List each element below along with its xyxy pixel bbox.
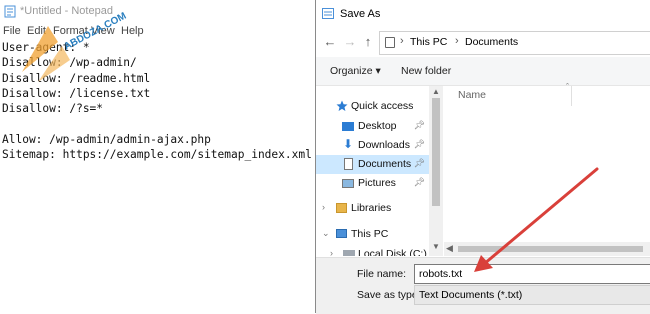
libraries-icon	[336, 203, 347, 213]
pin-icon: 📌︎	[413, 158, 425, 168]
watermark-logo: ABDOZA.COM	[22, 12, 128, 82]
file-name-label: File name:	[357, 268, 407, 280]
navpane-scrollbar[interactable]: ▲ ▼	[429, 86, 443, 256]
breadcrumb-chevron-icon: ›	[455, 35, 459, 47]
expand-chevron-icon: ⌄	[322, 228, 330, 238]
nav-documents[interactable]: Documents 📌︎	[316, 155, 429, 174]
organize-button[interactable]: Organize ▾	[330, 65, 381, 77]
this-pc-icon	[336, 229, 347, 238]
nav-desktop[interactable]: Desktop 📌︎	[316, 117, 429, 136]
nav-downloads-label: Downloads	[358, 139, 410, 151]
nav-downloads[interactable]: ⬇ Downloads 📌︎	[316, 136, 429, 155]
dialog-toolbar: Organize ▾ New folder	[316, 57, 650, 86]
address-row: ← → ↑ › This PC › Documents	[316, 28, 650, 56]
organize-label: Organize	[330, 65, 373, 77]
scroll-left-icon[interactable]: ◀	[446, 243, 453, 254]
address-bar[interactable]: › This PC › Documents	[379, 31, 650, 55]
save-as-dialog: Save As ← → ↑ › This PC › Documents Orga…	[315, 0, 650, 314]
navigation-pane: Quick access Desktop 📌︎ ⬇ Downloads 📌︎ D…	[316, 86, 429, 256]
breadcrumb-chevron-icon: ›	[400, 35, 404, 47]
nav-quick-access[interactable]: Quick access	[316, 97, 429, 116]
forward-button[interactable]: →	[342, 34, 358, 50]
expand-chevron-icon: ›	[322, 202, 325, 212]
nav-desktop-label: Desktop	[358, 120, 397, 132]
save-as-type-label: Save as type:	[357, 289, 421, 301]
nav-this-pc[interactable]: ⌄ This PC	[316, 225, 429, 244]
save-as-type-select[interactable]: Text Documents (*.txt)	[414, 285, 650, 305]
breadcrumb-documents[interactable]: Documents	[465, 36, 518, 48]
hscrollbar-thumb[interactable]	[458, 246, 643, 252]
pictures-icon	[342, 179, 354, 188]
nav-documents-label: Documents	[358, 158, 412, 170]
expand-chevron-icon: ›	[330, 248, 333, 256]
pin-icon: 📌︎	[413, 120, 425, 130]
notepad-small-icon	[322, 8, 334, 19]
column-header-name[interactable]: Name	[458, 89, 486, 101]
save-options-panel: File name: robots.txt Save as type: Text…	[316, 257, 650, 314]
up-button[interactable]: ↑	[360, 34, 376, 50]
watermark-text: ABDOZA.COM	[62, 12, 128, 53]
nav-quick-access-label: Quick access	[351, 100, 414, 112]
pin-icon: 📌︎	[413, 139, 425, 149]
column-divider[interactable]	[571, 86, 572, 106]
dialog-title: Save As	[340, 8, 381, 20]
nav-this-pc-label: This PC	[351, 228, 389, 240]
disk-icon	[343, 250, 355, 256]
computer-icon	[385, 37, 395, 48]
new-folder-button[interactable]: New folder	[401, 65, 451, 77]
file-list[interactable]: Name ˆ	[444, 82, 650, 244]
nav-local-disk[interactable]: › Local Disk (C:)	[316, 245, 429, 256]
back-button[interactable]: ←	[322, 34, 338, 50]
scrollbar-thumb[interactable]	[432, 98, 440, 206]
nav-local-disk-label: Local Disk (C:)	[358, 248, 427, 256]
dialog-title-bar: Save As	[316, 0, 650, 28]
pin-icon: 📌︎	[413, 177, 425, 187]
star-icon	[336, 100, 348, 111]
desktop-icon	[342, 122, 354, 131]
breadcrumb-this-pc[interactable]: This PC	[410, 36, 447, 48]
nav-libraries[interactable]: › Libraries	[316, 199, 429, 218]
nav-libraries-label: Libraries	[351, 202, 392, 214]
scroll-up-icon[interactable]: ▲	[432, 87, 440, 96]
document-icon	[344, 158, 353, 170]
nav-pictures-label: Pictures	[358, 177, 396, 189]
sort-chevron-icon: ˆ	[566, 82, 569, 92]
file-list-hscrollbar[interactable]: ◀	[444, 242, 650, 256]
nav-pictures[interactable]: Pictures 📌︎	[316, 174, 429, 193]
download-arrow-icon: ⬇	[343, 137, 354, 151]
scroll-down-icon[interactable]: ▼	[432, 242, 440, 251]
file-name-input[interactable]: robots.txt	[414, 264, 650, 284]
notepad-icon	[4, 5, 16, 18]
